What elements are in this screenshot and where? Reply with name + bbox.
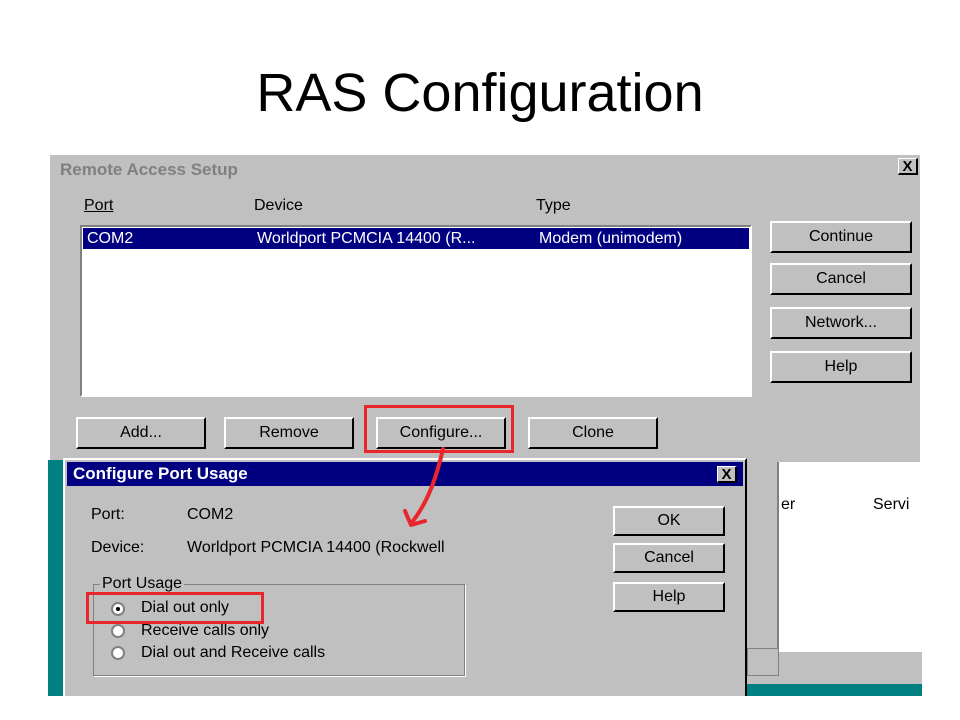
- device-value: Worldport PCMCIA 14400 (Rockwell: [187, 539, 445, 556]
- port-value: COM2: [187, 506, 234, 523]
- desktop-background-bottom: [737, 684, 922, 696]
- clone-button[interactable]: Clone: [528, 417, 658, 449]
- radio-receive-calls-only[interactable]: [111, 624, 125, 638]
- column-header-type[interactable]: Type: [536, 197, 571, 215]
- annotation-arrow-icon: [403, 447, 445, 527]
- column-header-device[interactable]: Device: [254, 197, 303, 215]
- device-label: Device:: [91, 539, 145, 556]
- port-usage-group-label: Port Usage: [100, 575, 185, 593]
- ok-button[interactable]: OK: [613, 506, 725, 536]
- add-button-label: Add...: [120, 424, 162, 441]
- list-item[interactable]: COM2 Worldport PCMCIA 14400 (R... Modem …: [83, 228, 749, 249]
- background-window-text-left: er: [781, 496, 796, 513]
- ok-button-label: OK: [657, 512, 681, 529]
- dial-out-highlight: [86, 592, 264, 624]
- column-header-port-label: Port: [84, 197, 114, 214]
- remove-button-label: Remove: [259, 424, 319, 441]
- radio-label-dial-out-and-receive[interactable]: Dial out and Receive calls: [141, 644, 325, 662]
- port-list[interactable]: COM2 Worldport PCMCIA 14400 (R... Modem …: [80, 225, 752, 397]
- cancel-button[interactable]: Cancel: [770, 263, 912, 295]
- port-label: Port:: [91, 506, 125, 523]
- list-item-device: Worldport PCMCIA 14400 (R...: [257, 230, 476, 247]
- help-button-label: Help: [824, 358, 858, 375]
- remote-access-setup-title: Remote Access Setup: [60, 160, 238, 179]
- port-help-button-label: Help: [652, 588, 686, 605]
- continue-button[interactable]: Continue: [770, 221, 912, 253]
- radio-label-receive-calls-only[interactable]: Receive calls only: [141, 622, 269, 640]
- list-item-port: COM2: [87, 230, 134, 247]
- column-header-port[interactable]: Port: [84, 197, 113, 215]
- close-icon[interactable]: X: [898, 158, 918, 175]
- port-cancel-button[interactable]: Cancel: [613, 543, 725, 573]
- help-button[interactable]: Help: [770, 351, 912, 383]
- background-window: er Servi: [735, 462, 922, 696]
- network-button-label: Network...: [804, 314, 877, 331]
- list-item-type: Modem (unimodem): [539, 230, 683, 247]
- network-button[interactable]: Network...: [770, 307, 912, 339]
- clone-button-label: Clone: [572, 424, 614, 441]
- slide-title: RAS Configuration: [256, 63, 704, 123]
- remove-button[interactable]: Remove: [224, 417, 354, 449]
- radio-dial-out-and-receive[interactable]: [111, 646, 125, 660]
- remote-access-setup-titlebar: Remote Access Setup: [58, 159, 920, 181]
- close-icon[interactable]: X: [717, 466, 737, 483]
- background-window-text-right: Servi: [873, 496, 910, 513]
- port-cancel-button-label: Cancel: [644, 549, 694, 566]
- background-window-field: [747, 648, 779, 676]
- add-button[interactable]: Add...: [76, 417, 206, 449]
- cancel-button-label: Cancel: [816, 270, 866, 287]
- continue-button-label: Continue: [808, 228, 874, 245]
- configure-port-usage-title: Configure Port Usage: [73, 464, 248, 483]
- port-help-button[interactable]: Help: [613, 582, 725, 612]
